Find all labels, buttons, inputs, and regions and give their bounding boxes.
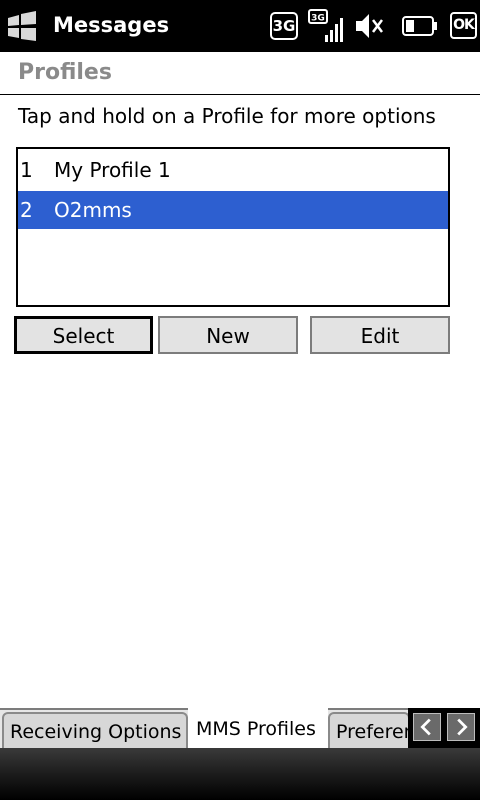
select-button[interactable]: Select (14, 316, 153, 354)
title-divider (0, 94, 480, 95)
profile-number: 2 (20, 198, 33, 222)
app-title: Messages (53, 13, 170, 37)
network-3g-badge: 3G (270, 12, 298, 40)
chevron-right-icon[interactable] (447, 713, 475, 741)
list-item-selected[interactable]: 2 O2mms (18, 191, 448, 229)
chevron-left-icon[interactable] (413, 713, 441, 741)
battery-icon (402, 16, 437, 36)
ok-button[interactable]: OK (450, 12, 477, 39)
tab-mms-profiles[interactable]: MMS Profiles (188, 708, 328, 748)
tab-preferences[interactable]: Preferences (328, 712, 410, 748)
signal-3g-label: 3G (311, 14, 325, 24)
sound-muted-icon[interactable] (354, 10, 384, 42)
instruction-text: Tap and hold on a Profile for more optio… (18, 104, 436, 128)
list-item[interactable]: 1 My Profile 1 (18, 151, 448, 189)
tab-scroll-arrows (408, 708, 480, 748)
windows-start-icon[interactable] (4, 8, 40, 44)
profile-name: My Profile 1 (54, 158, 171, 182)
profile-list[interactable]: 1 My Profile 1 2 O2mms (16, 147, 450, 307)
profile-name: O2mms (54, 198, 132, 222)
status-bar: Messages 3G 3G OK (0, 0, 480, 52)
profile-number: 1 (20, 158, 33, 182)
tab-receiving-options[interactable]: Receiving Options (2, 712, 188, 748)
softkey-bar (0, 748, 480, 800)
page-title: Profiles (18, 60, 112, 85)
signal-icon: 3G (308, 9, 343, 42)
edit-button[interactable]: Edit (310, 316, 450, 354)
new-button[interactable]: New (158, 316, 298, 354)
